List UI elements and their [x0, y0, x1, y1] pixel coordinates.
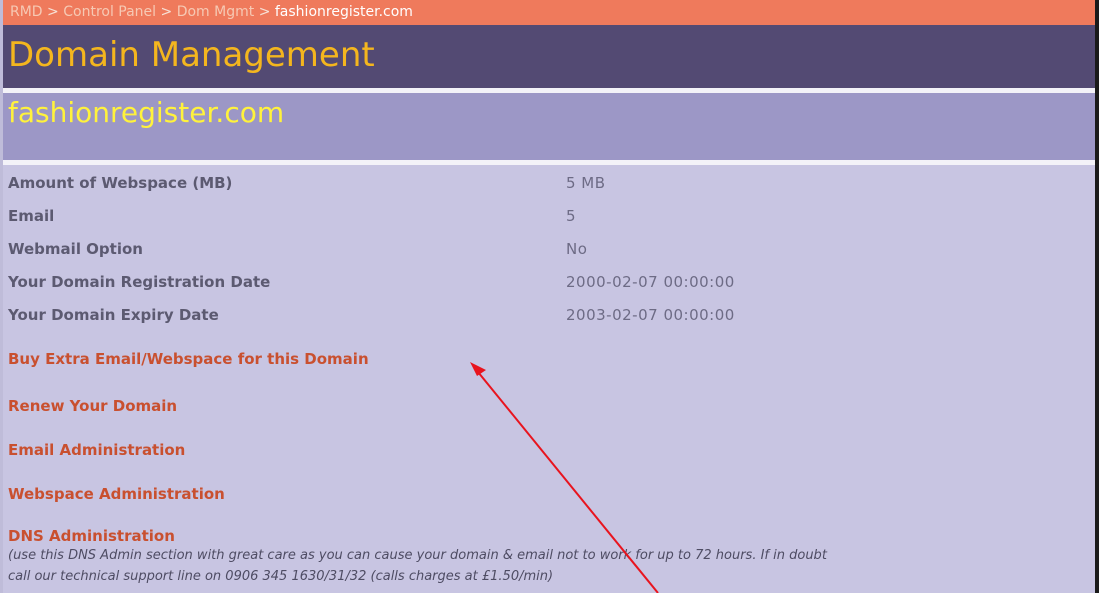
annotation-arrow [470, 362, 659, 593]
annotation-arrow-line [477, 371, 659, 593]
domain-management-page: RMD > Control Panel > Dom Mgmt > fashion… [0, 0, 1099, 593]
left-border [0, 0, 3, 593]
annotation-arrow-head [470, 362, 486, 376]
right-border [1095, 0, 1099, 593]
